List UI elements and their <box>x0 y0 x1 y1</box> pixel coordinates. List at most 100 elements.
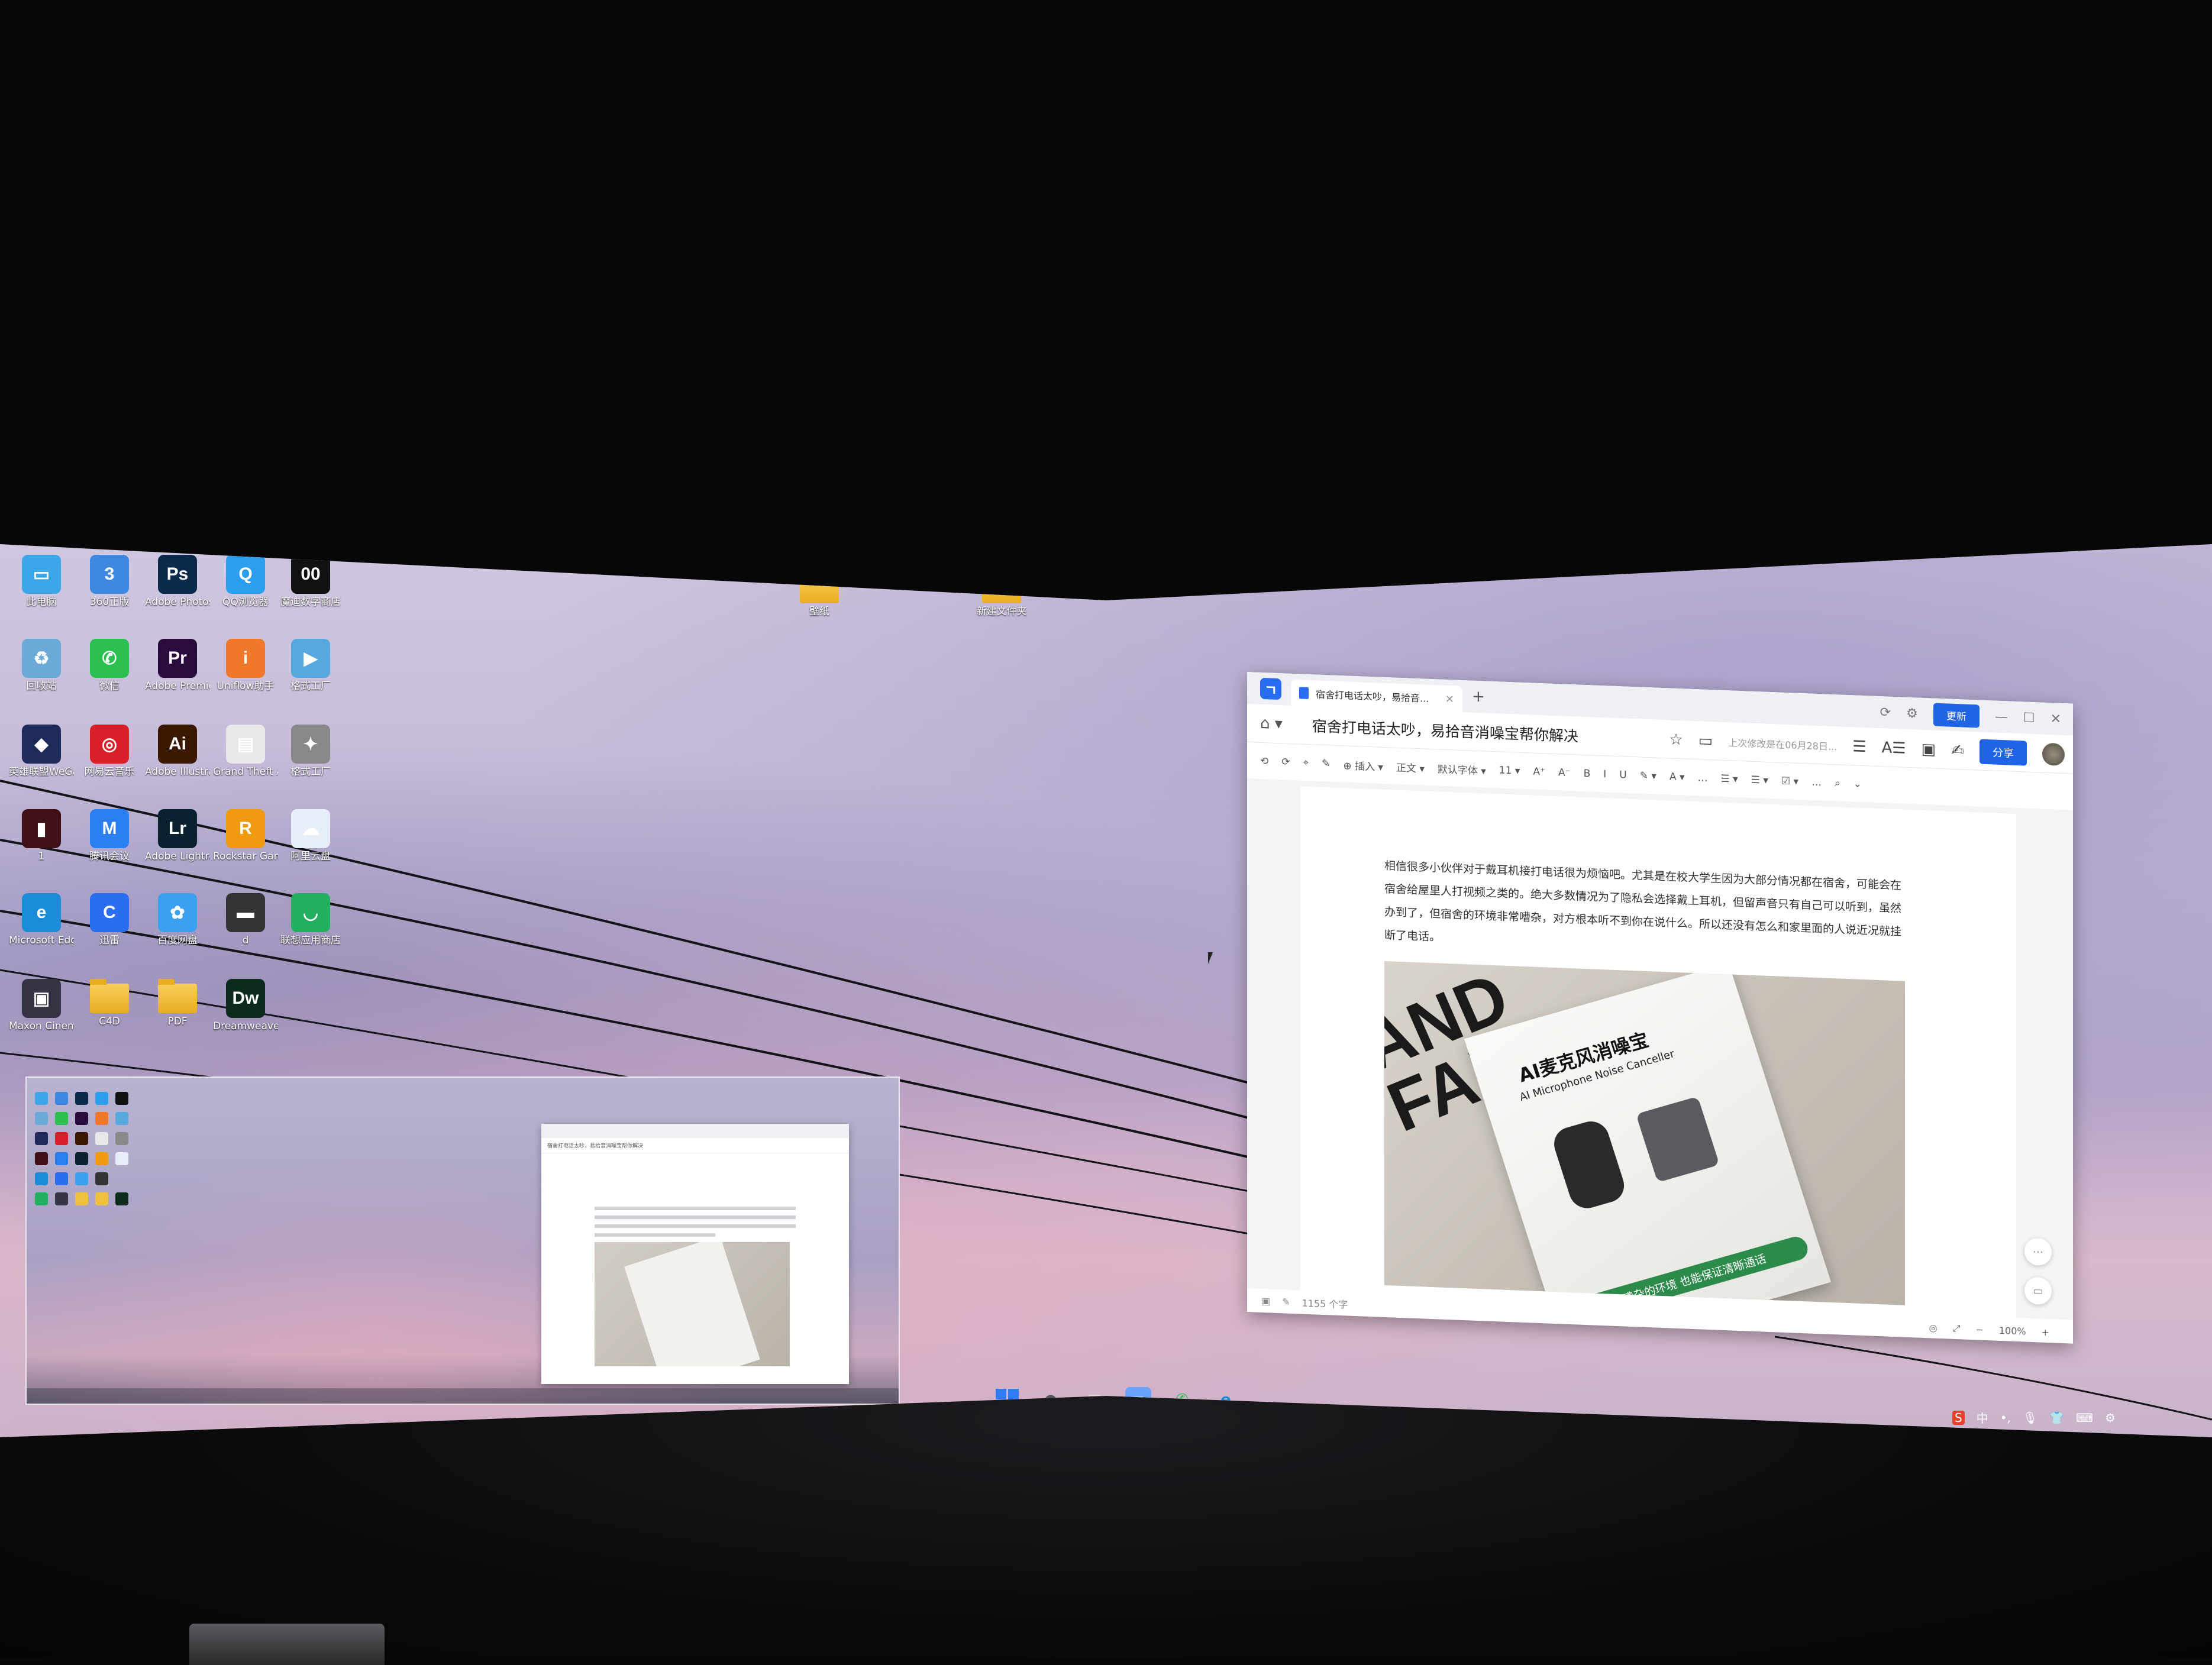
toolbar-item[interactable]: 正文 ▾ <box>1396 759 1425 775</box>
toolbar-item[interactable]: ⌕ <box>1835 777 1840 789</box>
desktop-icon[interactable]: ▬ d <box>213 893 278 946</box>
desktop-icon[interactable]: ☁ 阿里云盘 <box>278 809 343 862</box>
mouse-cursor <box>1208 952 1213 964</box>
document-paragraph[interactable]: 相信很多小伙伴对于戴耳机接打电话很为烦恼吧。尤其是在校大学生因为大部分情况都在宿… <box>1384 855 1905 967</box>
desktop-icon-label: Maxon Cinema 4... <box>9 1020 74 1032</box>
maximize-icon[interactable]: ☐ <box>2023 710 2035 726</box>
desktop-icon[interactable]: M 腾讯会议 <box>77 809 142 862</box>
desktop-icon[interactable]: ✆ 微信 <box>77 639 142 692</box>
fullscreen-icon[interactable]: ⤢ <box>1953 1323 1961 1334</box>
desktop-icon[interactable]: ▶ 格式工厂 <box>278 639 343 692</box>
toolbar-item[interactable]: ⌄ <box>1853 778 1862 790</box>
desktop-icon[interactable]: ✦ 格式工厂 <box>278 725 343 778</box>
toolbar-item[interactable]: U <box>1619 769 1626 781</box>
microphone-icon[interactable]: 🎙 <box>2023 1411 2037 1425</box>
desktop-icon[interactable]: ◡ 联想应用商店 <box>278 893 343 946</box>
desktop-folder-wallpaper[interactable]: 壁纸 <box>787 569 852 617</box>
desktop-icon[interactable]: Dw Dreamweaver 快捷方式 <box>213 979 278 1032</box>
document-title[interactable]: 宿舍打电话太吵，易拾音消噪宝帮你解决 <box>1312 715 1578 746</box>
update-button[interactable]: 更新 <box>1933 703 1980 728</box>
home-icon[interactable]: ⌂ ▾ <box>1260 715 1283 733</box>
settings-tray-icon[interactable]: ⚙ <box>2105 1411 2116 1425</box>
app-icon: R <box>226 809 265 848</box>
avatar[interactable] <box>2042 742 2065 767</box>
outline-toggle-icon[interactable]: ▣ <box>1261 1295 1270 1307</box>
desktop-icon[interactable]: ◆ 英雄联盟WeGame <box>9 725 74 778</box>
desktop-icon[interactable]: PDF <box>145 979 210 1027</box>
word-count: 1155 个字 <box>1302 1297 1348 1311</box>
sogou-ime-icon[interactable]: S <box>1952 1410 1965 1425</box>
focus-icon[interactable]: ◎ <box>1929 1322 1937 1334</box>
zoom-level[interactable]: 100% <box>1999 1324 2026 1337</box>
toolbar-item[interactable]: ✎ ▾ <box>1640 770 1656 782</box>
desktop-icon[interactable]: ◎ 网易云音乐 <box>77 725 142 778</box>
app-icon: ♻ <box>22 639 61 678</box>
desktop-icon[interactable]: i Uniflow助手 <box>213 639 278 692</box>
desktop-icon[interactable]: Lr Adobe Lightroom... <box>145 809 210 862</box>
desktop-icon[interactable]: R Rockstar Games... <box>213 809 278 862</box>
share-button[interactable]: 分享 <box>1980 739 2027 766</box>
desktop-folder-new[interactable]: 新建文件夹 <box>969 569 1034 617</box>
desktop-icon-label: 回收站 <box>26 680 57 692</box>
toolbar-item[interactable]: 默认字体 ▾ <box>1438 761 1486 777</box>
punctuation-icon[interactable]: •, <box>2000 1411 2011 1425</box>
toolbar-item[interactable]: ☑ ▾ <box>1781 775 1798 788</box>
tray-language[interactable]: 中 <box>1977 1409 1988 1426</box>
desktop-icon-label: QQ浏览器 <box>222 596 269 608</box>
folder-move-icon[interactable]: ▭ <box>1698 732 1713 750</box>
desktop-icon[interactable]: ▤ Grand Theft Auto V <box>213 725 278 778</box>
document-photo[interactable]: AND FAN AI麦克风消噪宝 AI Microphone Noise Can… <box>1384 961 1905 1305</box>
more-options-button[interactable]: ⋯ <box>2024 1237 2052 1266</box>
outline-button[interactable]: ▭ <box>2024 1276 2052 1305</box>
desktop-icon[interactable]: 00 魔迪数字商店 <box>278 555 343 608</box>
document-page[interactable]: 相信很多小伙伴对于戴耳机接打电话很为烦恼吧。尤其是在校大学生因为大部分情况都在宿… <box>1300 786 2016 1318</box>
toolbar-item[interactable]: B <box>1584 768 1591 780</box>
collaborate-icon[interactable]: ✍ <box>1951 742 1964 760</box>
screen-preview-window[interactable]: 宿舍打电话太吵，易拾音消噪宝帮你解决 <box>25 1076 900 1405</box>
desktop-icon[interactable]: 3 360正版 <box>77 555 142 608</box>
toolbar-item[interactable]: ⌖ <box>1303 757 1309 769</box>
desktop-icon[interactable]: Q QQ浏览器 <box>213 555 278 608</box>
toolbar-item[interactable]: ⟲ <box>1260 755 1268 768</box>
keyboard-icon[interactable]: ⌨ <box>2076 1411 2093 1425</box>
close-tab-icon[interactable]: × <box>1445 692 1454 705</box>
desktop-icon[interactable]: Pr Adobe Premie... <box>145 639 210 692</box>
new-tab-button[interactable]: + <box>1472 688 1485 706</box>
comment-icon[interactable]: ✎ <box>1282 1296 1290 1308</box>
shirt-icon[interactable]: 👕 <box>2049 1411 2064 1425</box>
toolbar-item[interactable]: … <box>1698 772 1708 784</box>
close-window-icon[interactable]: ✕ <box>2050 712 2061 727</box>
desktop-icon[interactable]: ▣ Maxon Cinema 4... <box>9 979 74 1032</box>
desktop-icon[interactable]: C4D <box>77 979 142 1027</box>
desktop-icon[interactable]: ▮ 1 <box>9 809 74 862</box>
desktop-icon[interactable]: e Microsoft Edge <box>9 893 74 946</box>
toolbar-item[interactable]: A⁻ <box>1558 767 1571 779</box>
desktop-icon[interactable]: ▭ 此电脑 <box>9 555 74 608</box>
present-icon[interactable]: ▣ <box>1922 741 1936 759</box>
toolbar-item[interactable]: ⊕ 插入 ▾ <box>1343 757 1383 774</box>
settings-icon[interactable]: ⚙ <box>1906 706 1918 722</box>
toolbar-item[interactable]: 11 ▾ <box>1499 764 1520 777</box>
toolbar-item[interactable]: … <box>1811 777 1822 789</box>
toolbar-item[interactable]: I <box>1603 768 1606 780</box>
toolbar-item[interactable]: ✎ <box>1322 758 1330 770</box>
desktop-icon[interactable]: Ps Adobe Photosh... <box>145 555 210 608</box>
zoom-in-button[interactable]: + <box>2042 1326 2049 1338</box>
toolbar-item[interactable]: A⁺ <box>1533 766 1545 778</box>
toolbar-item[interactable]: ☰ ▾ <box>1721 773 1738 785</box>
desktop-icon[interactable]: ♻ 回收站 <box>9 639 74 692</box>
star-icon[interactable]: ☆ <box>1669 730 1683 749</box>
minimize-icon[interactable]: — <box>1995 710 2008 725</box>
desktop-icon[interactable]: ✿ 百度网盘 <box>145 893 210 946</box>
microphone-device <box>1549 1117 1629 1213</box>
toolbar-item[interactable]: ☰ ▾ <box>1751 774 1768 787</box>
sync-icon[interactable]: ⟳ <box>1880 705 1891 720</box>
font-style-icon[interactable]: A☰ <box>1882 739 1906 758</box>
wps-document-window[interactable]: ㄱ 宿舍打电话太吵，易拾音... × + ⟳ ⚙ 更新 — ☐ ✕ ⌂ ▾ 宿舍… <box>1247 672 2073 1344</box>
desktop-icon[interactable]: Ai Adobe Illustrat... <box>145 725 210 778</box>
desktop-icon[interactable]: C 迅雷 <box>77 893 142 946</box>
menu-icon[interactable]: ☰ <box>1852 738 1866 756</box>
toolbar-item[interactable]: ⟳ <box>1281 756 1290 768</box>
zoom-out-button[interactable]: − <box>1975 1324 1983 1336</box>
toolbar-item[interactable]: A ▾ <box>1670 771 1685 783</box>
